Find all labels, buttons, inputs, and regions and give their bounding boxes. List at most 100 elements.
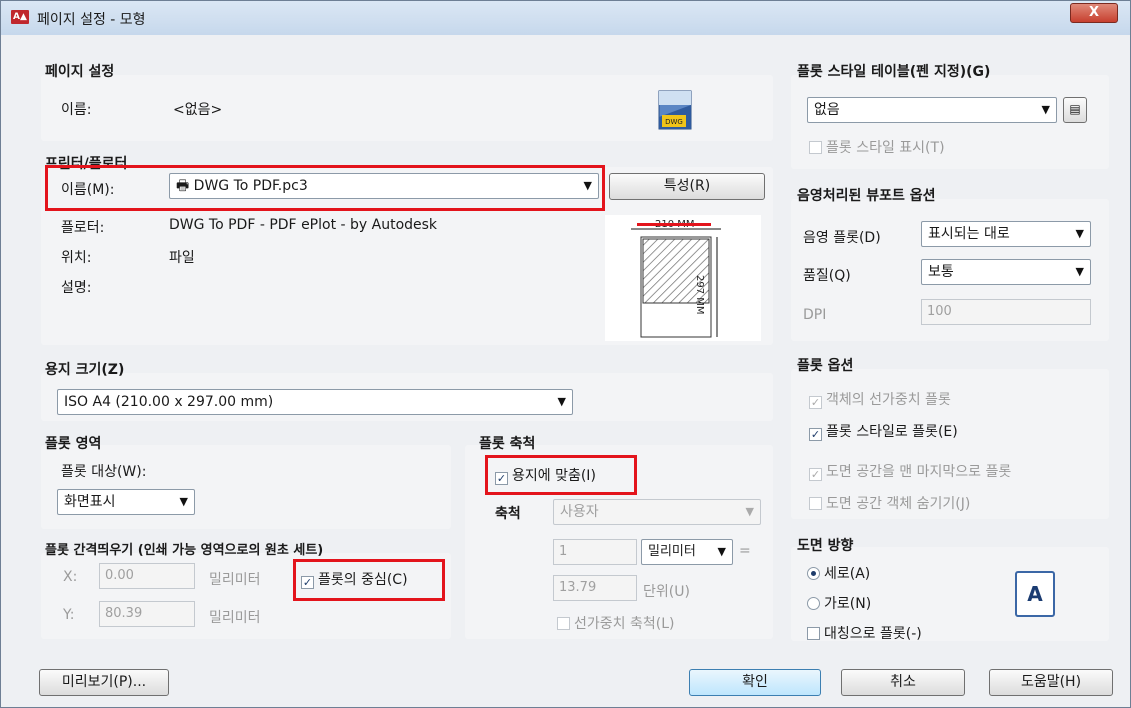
equals-sign: = [739, 543, 751, 559]
dpi-field[interactable]: 100 [921, 299, 1091, 325]
checkbox-checked-icon: ✓ [809, 428, 822, 441]
checkbox-unchecked-icon [557, 617, 570, 630]
scale-value2-field[interactable]: 13.79 [553, 575, 637, 601]
scale-label: 축척 [495, 506, 521, 522]
plot-style-title: 플롯 스타일 테이블(펜 지정)(G) [797, 64, 991, 80]
hide-paperspace-objects-label: 도면 공간 객체 숨기기(J) [826, 496, 971, 512]
highlight-printer-name [45, 165, 605, 211]
portrait-label: 세로(A) [824, 566, 871, 582]
display-plot-styles-checkbox[interactable]: 플롯 스타일 표시(T) [809, 137, 945, 157]
chevron-down-icon: ▼ [1075, 227, 1084, 240]
title-bar: A▲ 페이지 설정 - 모형 X [1, 1, 1130, 35]
dpi-label: DPI [803, 307, 827, 323]
shade-plot-label: 음영 플롯(D) [803, 230, 881, 246]
scale-select[interactable]: 사용자 ▼ [553, 499, 761, 525]
highlight-fit-to-paper [485, 455, 637, 495]
scale-value1-field[interactable]: 1 [553, 539, 637, 565]
page-setup-title: 페이지 설정 [45, 64, 115, 80]
page-setup-dialog: A▲ 페이지 설정 - 모형 X 페이지 설정 이름: <없음> DWG 프린터… [0, 0, 1131, 708]
autocad-app-icon: A▲ [11, 10, 29, 24]
checkbox-unchecked-icon [809, 497, 822, 510]
properties-button[interactable]: 특성(R) [609, 173, 765, 200]
plot-with-styles-label: 플롯 스타일로 플롯(E) [826, 424, 958, 440]
plot-area-title: 플롯 영역 [45, 436, 102, 452]
radio-selected-icon [807, 567, 820, 580]
dwg-file-icon: DWG [656, 89, 694, 131]
lineweight-scale-label: 선가중치 축척(L) [574, 616, 675, 632]
preview-button[interactable]: 미리보기(P)... [39, 669, 169, 696]
plot-paperspace-last-checkbox[interactable]: ✓ 도면 공간을 맨 마지막으로 플롯 [809, 461, 1011, 481]
svg-text:DWG: DWG [665, 118, 683, 126]
offset-x-field[interactable]: 0.00 [99, 563, 195, 589]
plot-what-select[interactable]: 화면표시 ▼ [57, 489, 195, 515]
plot-offset-title: 플롯 간격띄우기 (인쇄 가능 영역으로의 원초 세트) [45, 543, 324, 558]
chevron-down-icon: ▼ [745, 505, 754, 518]
location-label: 위치: [61, 250, 92, 266]
chevron-down-icon: ▼ [557, 395, 566, 408]
plot-area-group [41, 445, 451, 529]
page-setup-name-value: <없음> [173, 102, 223, 118]
offset-y-field[interactable]: 80.39 [99, 601, 195, 627]
plotter-value: DWG To PDF - PDF ePlot - by Autodesk [169, 217, 438, 233]
paper-preview: 210 MM 297 MM [605, 215, 761, 341]
offset-y-unit: 밀리미터 [209, 610, 261, 626]
plotter-label: 플로터: [61, 220, 105, 236]
location-value: 파일 [169, 250, 195, 266]
landscape-label: 가로(N) [824, 596, 872, 612]
plot-style-select[interactable]: 없음 ▼ [807, 97, 1057, 123]
plot-upside-down-checkbox[interactable]: 대칭으로 플롯(-) [807, 623, 922, 643]
plot-with-styles-checkbox[interactable]: ✓ 플롯 스타일로 플롯(E) [809, 421, 958, 441]
description-label: 설명: [61, 280, 92, 296]
plot-upside-down-label: 대칭으로 플롯(-) [824, 626, 922, 642]
checkbox-unchecked-icon [807, 627, 820, 640]
plot-scale-title: 플롯 축척 [479, 436, 536, 452]
table-edit-icon: ▤ [1069, 102, 1081, 116]
radio-unselected-icon [807, 597, 820, 610]
close-button[interactable]: X [1070, 3, 1118, 23]
portrait-radio[interactable]: 세로(A) [807, 563, 870, 583]
shade-plot-value: 표시되는 대로 [928, 226, 1010, 242]
paper-size-title: 용지 크기(Z) [45, 362, 125, 378]
portrait-orientation-icon: A [1015, 571, 1055, 617]
plot-paperspace-last-label: 도면 공간을 맨 마지막으로 플롯 [826, 464, 1012, 480]
chevron-down-icon: ▼ [1075, 265, 1084, 278]
edit-plot-style-button[interactable]: ▤ [1063, 97, 1087, 123]
checkbox-checked-icon: ✓ [809, 396, 822, 409]
plot-lineweights-checkbox[interactable]: ✓ 객체의 선가중치 플롯 [809, 389, 951, 409]
checkbox-unchecked-icon [809, 141, 822, 154]
plot-what-label: 플롯 대상(W): [61, 464, 147, 480]
landscape-radio[interactable]: 가로(N) [807, 593, 871, 613]
paper-size-select[interactable]: ISO A4 (210.00 x 297.00 mm) ▼ [57, 389, 573, 415]
highlight-center-plot [293, 559, 445, 601]
plot-options-title: 플롯 옵션 [797, 358, 854, 374]
preview-width-marker [637, 223, 711, 226]
quality-value: 보통 [928, 264, 954, 280]
display-plot-styles-label: 플롯 스타일 표시(T) [826, 140, 945, 156]
preview-height-text: 297 MM [694, 275, 705, 315]
offset-x-unit: 밀리미터 [209, 572, 261, 588]
plot-what-value: 화면표시 [64, 494, 116, 510]
shaded-viewport-title: 음영처리된 뷰포트 옵션 [797, 188, 936, 204]
paper-size-value: ISO A4 (210.00 x 297.00 mm) [64, 394, 274, 410]
chevron-down-icon: ▼ [717, 545, 726, 558]
units-label: 단위(U) [643, 584, 690, 600]
help-button[interactable]: 도움말(H) [989, 669, 1113, 696]
offset-x-label: X: [63, 569, 78, 585]
scale-unit-select[interactable]: 밀리미터 ▼ [641, 539, 733, 565]
window-title: 페이지 설정 - 모형 [37, 12, 146, 28]
orientation-title: 도면 방향 [797, 538, 854, 554]
scale-unit-value: 밀리미터 [648, 544, 696, 559]
lineweight-scale-checkbox[interactable]: 선가중치 축척(L) [557, 613, 674, 633]
page-setup-name-label: 이름: [61, 102, 92, 118]
quality-select[interactable]: 보통 ▼ [921, 259, 1091, 285]
plot-lineweights-label: 객체의 선가중치 플롯 [826, 392, 951, 408]
hide-paperspace-objects-checkbox[interactable]: 도면 공간 객체 숨기기(J) [809, 493, 970, 513]
plot-style-value: 없음 [814, 102, 840, 118]
scale-value: 사용자 [560, 504, 599, 520]
quality-label: 품질(Q) [803, 268, 851, 284]
checkbox-checked-icon: ✓ [809, 468, 822, 481]
chevron-down-icon: ▼ [179, 495, 188, 508]
shade-plot-select[interactable]: 표시되는 대로 ▼ [921, 221, 1091, 247]
cancel-button[interactable]: 취소 [841, 669, 965, 696]
ok-button[interactable]: 확인 [689, 669, 821, 696]
